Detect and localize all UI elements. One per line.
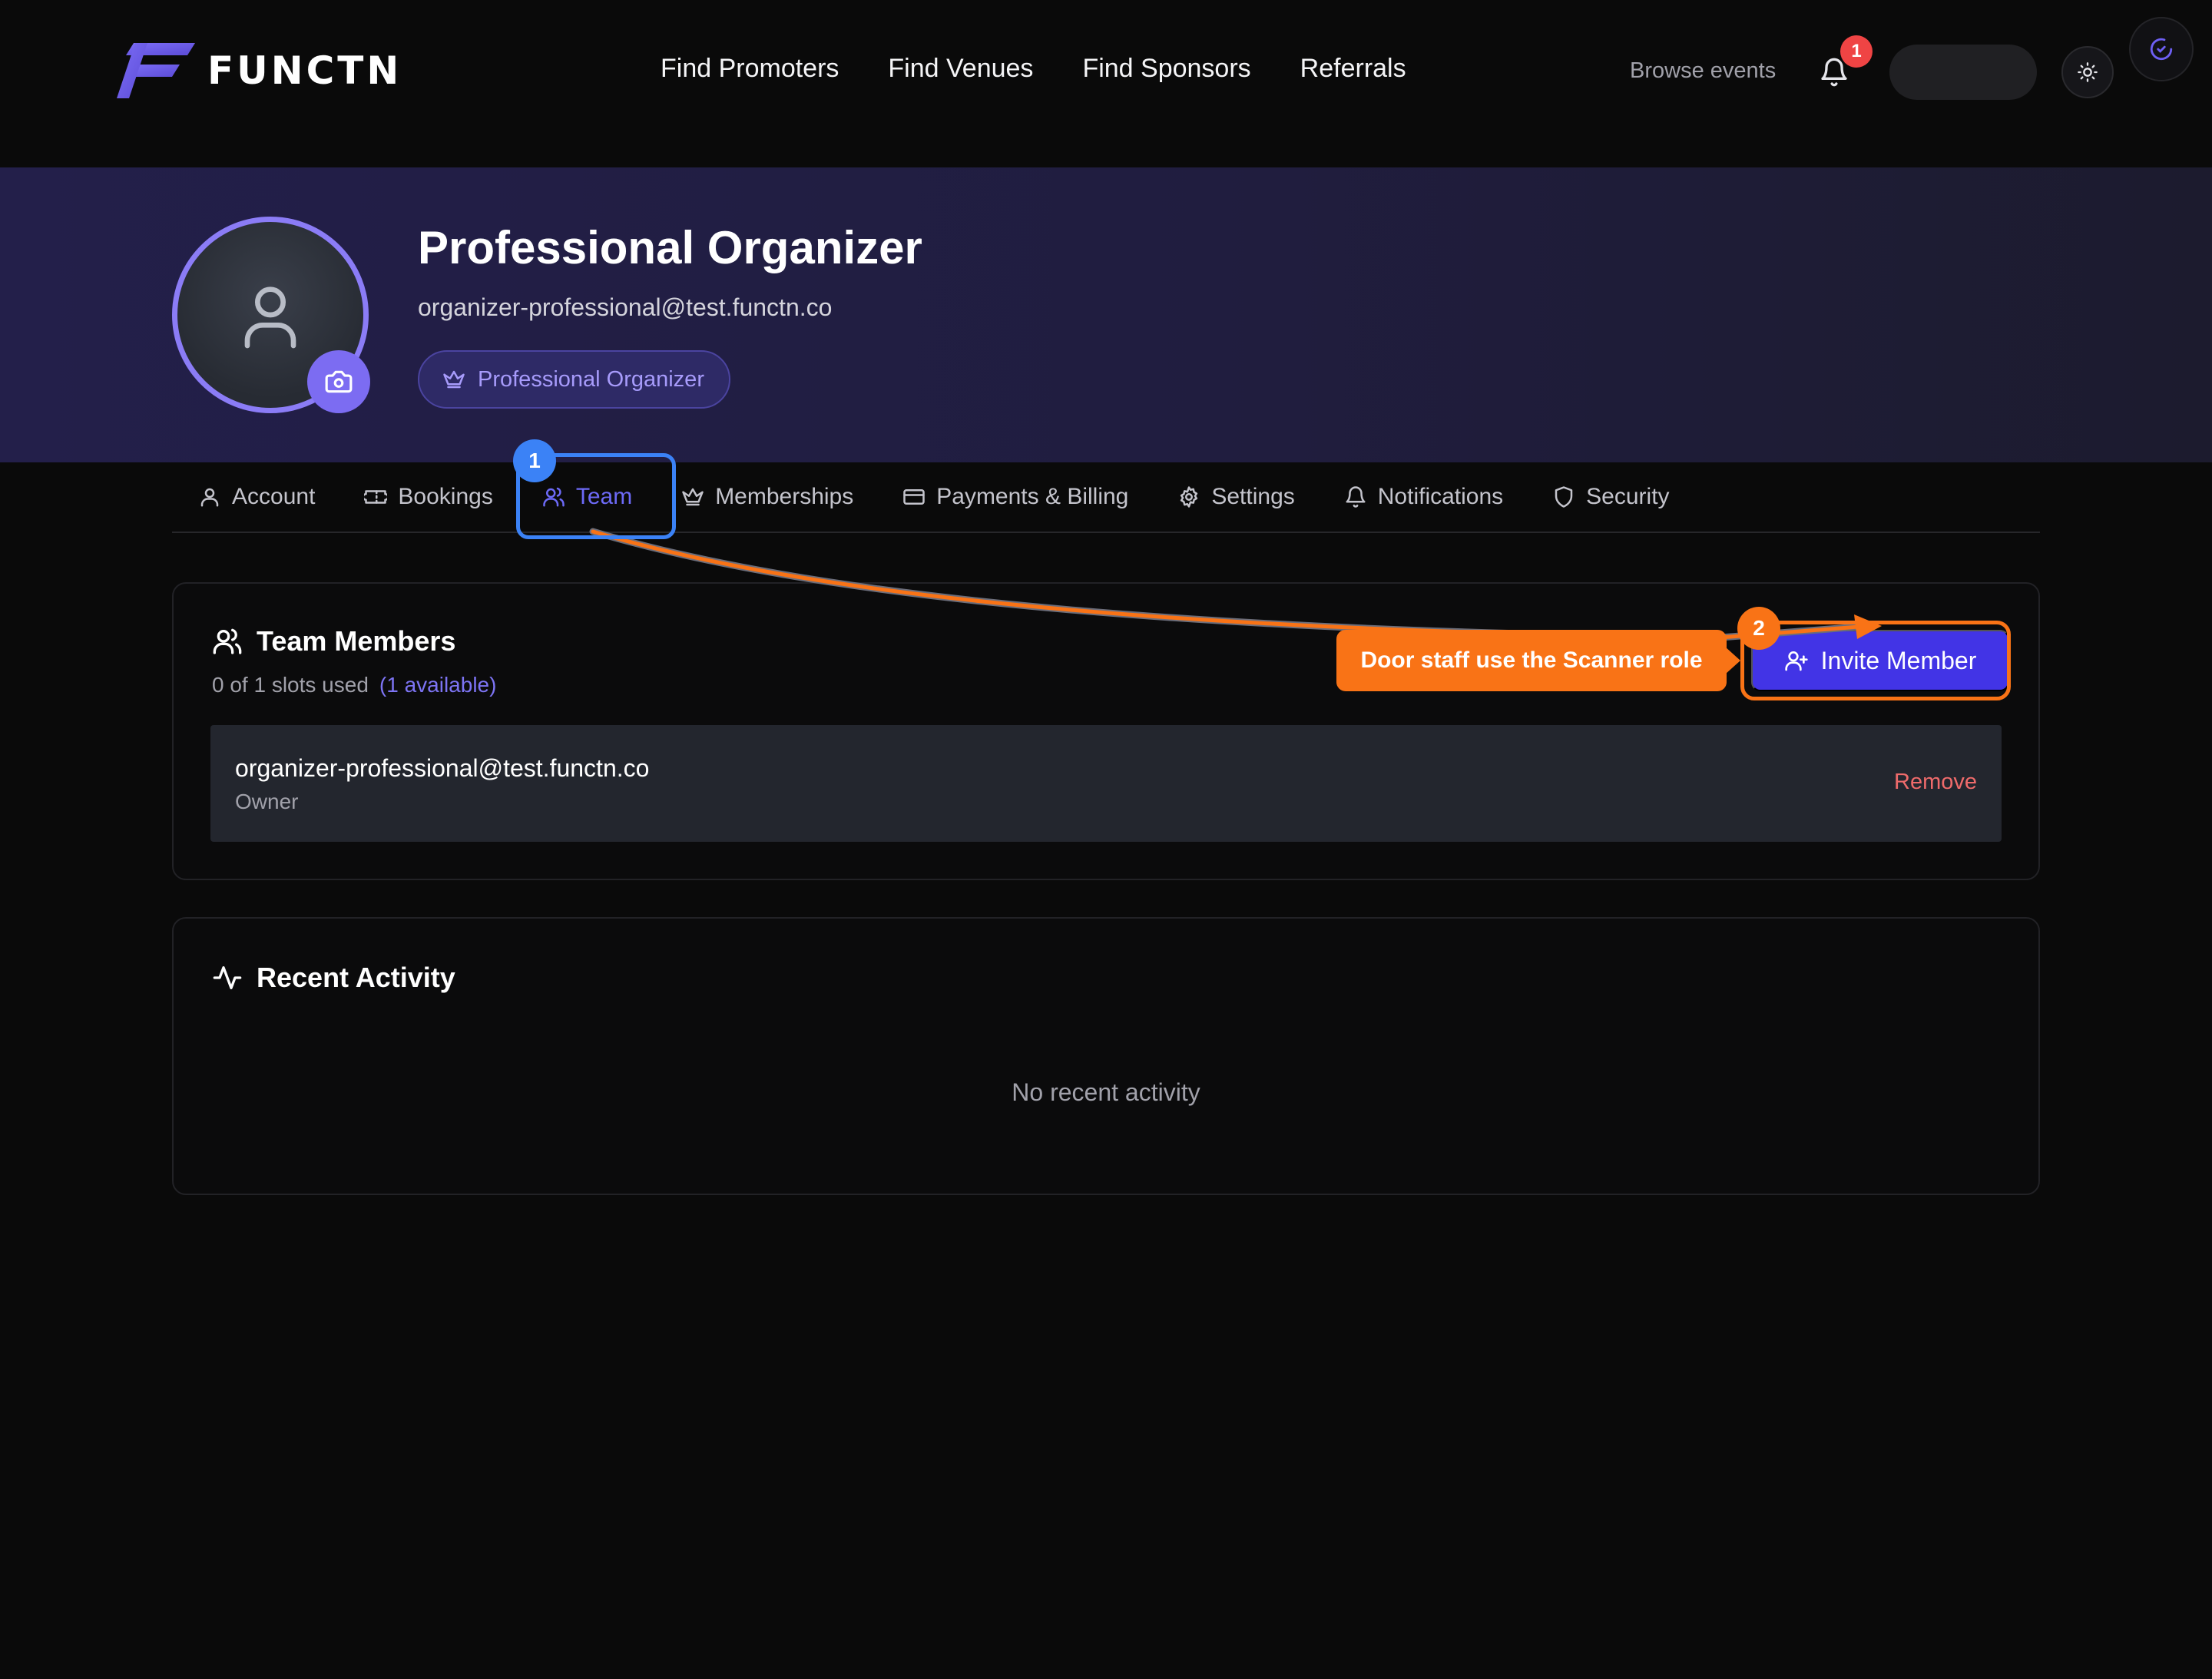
tutorial-highlight-invite-button (1740, 621, 2011, 700)
remove-member-button[interactable]: Remove (1894, 770, 1977, 795)
spinner-icon (2150, 38, 2173, 61)
tab-notifications[interactable]: Notifications (1320, 462, 1528, 532)
member-role: Owner (235, 790, 299, 813)
notification-count-badge: 1 (1840, 35, 1873, 68)
credit-card-icon (903, 489, 925, 505)
membership-tier-badge: Professional Organizer (418, 350, 730, 409)
team-members-heading: Team Members (212, 625, 455, 657)
crown-icon (682, 488, 704, 506)
functn-logo-icon (117, 43, 195, 98)
tab-label: Payments & Billing (936, 484, 1129, 509)
nav-link-referrals[interactable]: Referrals (1300, 54, 1406, 84)
tutorial-step-1-badge: 1 (513, 439, 556, 482)
team-slots-usage: 0 of 1 slots used (1 available) (212, 673, 496, 697)
ticket-icon (364, 490, 388, 504)
user-icon (244, 286, 296, 349)
slots-available-text: (1 available) (379, 673, 497, 697)
shield-icon (1555, 486, 1573, 508)
recent-activity-card: Recent Activity No recent activity (172, 917, 2040, 1195)
user-icon (200, 488, 219, 507)
tab-settings[interactable]: Settings (1153, 462, 1319, 532)
tab-bookings[interactable]: Bookings (339, 462, 517, 532)
membership-tier-label: Professional Organizer (478, 366, 704, 392)
nav-link-find-venues[interactable]: Find Venues (888, 54, 1033, 84)
activity-icon (213, 966, 242, 989)
avatar-upload-button[interactable] (307, 350, 370, 413)
user-menu-button[interactable] (1889, 45, 2037, 100)
recent-activity-title: Recent Activity (257, 962, 455, 993)
tab-label: Notifications (1377, 484, 1504, 509)
slots-used-text: 0 of 1 slots used (212, 673, 369, 697)
nav-link-find-promoters[interactable]: Find Promoters (661, 54, 839, 84)
profile-email: organizer-professional@test.functn.co (418, 293, 833, 321)
tab-memberships[interactable]: Memberships (657, 462, 878, 532)
crown-icon (443, 370, 465, 389)
bell-icon (1346, 486, 1366, 508)
camera-icon (325, 370, 353, 393)
brand-name: FUNCTN (207, 48, 402, 93)
users-icon (213, 628, 242, 654)
tab-label: Security (1586, 484, 1670, 509)
corner-action-button[interactable] (2129, 17, 2194, 81)
member-email: organizer-professional@test.functn.co (235, 754, 650, 782)
tab-label: Settings (1211, 484, 1295, 509)
top-navigation: FUNCTN Find Promoters Find Venues Find S… (0, 0, 2212, 167)
gear-icon (1181, 486, 1198, 508)
tutorial-step-2-badge: 2 (1737, 607, 1780, 650)
team-member-row: organizer-professional@test.functn.co Ow… (210, 725, 2002, 842)
profile-name: Professional Organizer (418, 222, 922, 273)
tab-label: Account (232, 484, 316, 509)
sun-icon (2078, 62, 2098, 82)
tab-label: Memberships (715, 484, 854, 509)
tab-account[interactable]: Account (172, 462, 339, 532)
team-members-title: Team Members (257, 625, 456, 657)
brand-logo[interactable]: FUNCTN (117, 43, 402, 98)
tutorial-callout: Door staff use the Scanner role (1336, 630, 1740, 691)
browse-events-link[interactable]: Browse events (1630, 58, 1776, 84)
nav-link-find-sponsors[interactable]: Find Sponsors (1082, 54, 1250, 84)
tab-label: Bookings (398, 484, 493, 509)
recent-activity-heading: Recent Activity (212, 962, 455, 994)
theme-toggle-button[interactable] (2061, 46, 2114, 98)
primary-nav: Find Promoters Find Venues Find Sponsors… (661, 54, 1406, 84)
empty-activity-message: No recent activity (1012, 1078, 1200, 1106)
tab-security[interactable]: Security (1528, 462, 1694, 532)
tab-payments-billing[interactable]: Payments & Billing (878, 462, 1153, 532)
profile-tabs: Account Bookings Team Memberships Paymen… (172, 462, 2040, 533)
